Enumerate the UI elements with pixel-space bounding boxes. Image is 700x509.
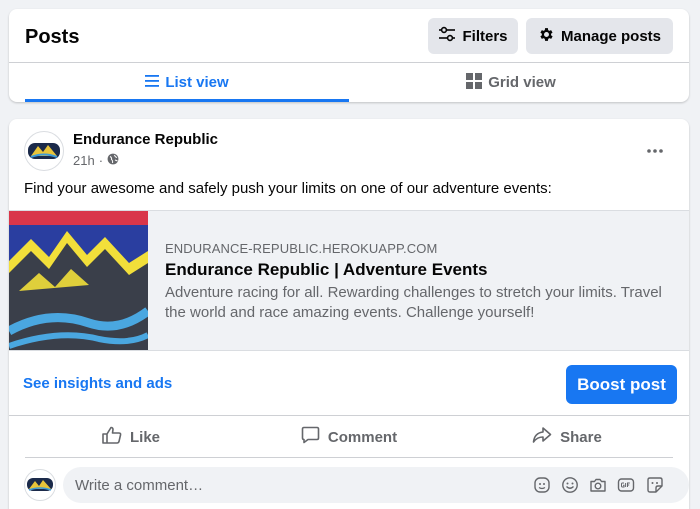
manage-posts-label: Manage posts [560, 27, 662, 45]
more-options-button[interactable] [639, 137, 671, 161]
emoji-icon[interactable] [560, 475, 580, 495]
link-thumbnail [9, 211, 148, 350]
page-name-link[interactable]: Endurance Republic [73, 131, 218, 148]
manage-posts-button[interactable]: Manage posts [526, 18, 673, 54]
avatar[interactable] [24, 469, 56, 501]
post-time[interactable]: 21h [73, 153, 95, 168]
thumbs-up-icon [102, 426, 122, 448]
share-arrow-icon [532, 426, 552, 448]
divider [9, 415, 689, 416]
like-label: Like [129, 428, 160, 446]
share-label: Share [560, 428, 602, 446]
tab-grid-view[interactable]: Grid view [349, 63, 673, 102]
active-tab-indicator [25, 99, 349, 102]
filters-button[interactable]: Filters [428, 18, 518, 54]
list-icon [145, 74, 160, 91]
divider [25, 457, 673, 458]
comment-label: Comment [327, 428, 398, 446]
post-text: Find your awesome and safely push your l… [24, 180, 552, 197]
link-description: Adventure racing for all. Rewarding chal… [165, 284, 662, 321]
more-icon [647, 140, 663, 158]
sticker-icon[interactable] [645, 475, 665, 495]
comment-button[interactable]: Comment [237, 421, 461, 453]
avatar[interactable] [24, 131, 64, 171]
speech-bubble-icon [301, 426, 320, 448]
tab-grid-view-label: Grid view [488, 74, 556, 91]
share-button[interactable]: Share [461, 421, 673, 453]
see-insights-link[interactable]: See insights and ads [23, 375, 172, 392]
tab-list-view-label: List view [165, 74, 229, 91]
gif-icon[interactable] [616, 475, 636, 495]
page-logo-icon [27, 478, 53, 491]
camera-icon[interactable] [588, 475, 608, 495]
link-domain: ENDURANCE-REPUBLIC.HEROKUAPP.COM [165, 241, 438, 256]
grid-icon [466, 72, 483, 93]
filters-label: Filters [462, 27, 508, 45]
boost-post-button[interactable]: Boost post [566, 365, 677, 404]
meta-separator: · [98, 153, 104, 168]
gear-icon [538, 26, 555, 47]
page-logo-icon [28, 143, 60, 159]
post-meta: 21h · [73, 153, 119, 168]
avatar-sticker-icon[interactable] [532, 475, 552, 495]
sliders-icon [438, 26, 456, 46]
post-card: Endurance Republic 21h · Find your aweso… [9, 119, 689, 509]
link-preview[interactable]: ENDURANCE-REPUBLIC.HEROKUAPP.COM Enduran… [9, 210, 689, 351]
globe-icon [107, 153, 119, 168]
link-title: Endurance Republic | Adventure Events [165, 260, 488, 279]
page-title: Posts [25, 26, 80, 48]
posts-header-card: Posts Filters Manage posts List view Gri… [9, 9, 689, 102]
like-button[interactable]: Like [25, 421, 237, 453]
tab-list-view[interactable]: List view [25, 63, 349, 102]
